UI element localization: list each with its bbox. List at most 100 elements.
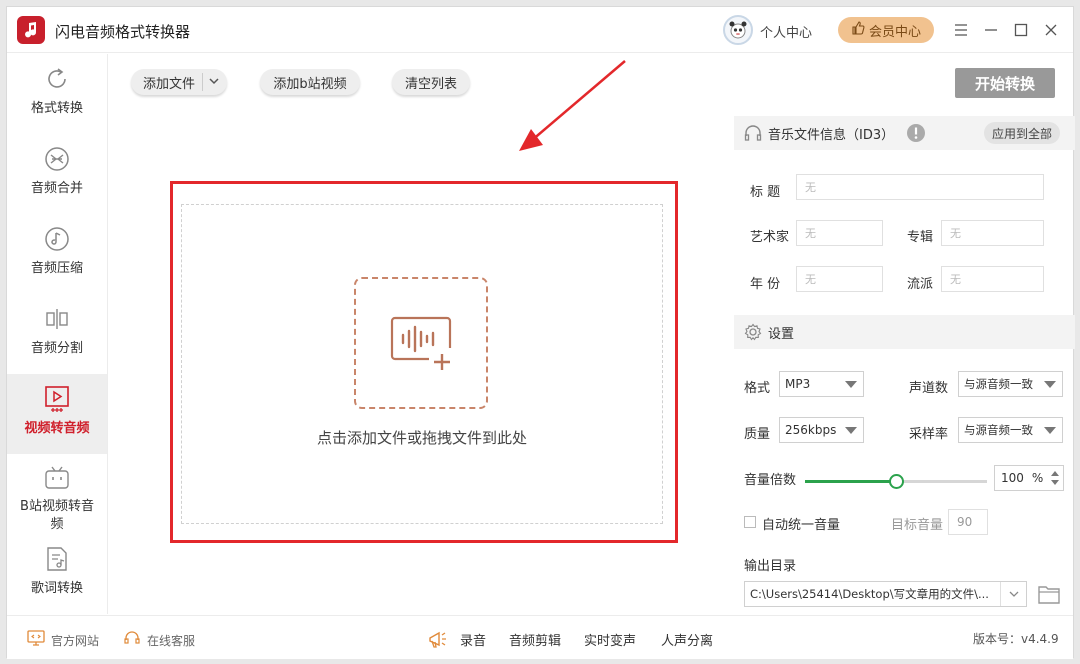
- sidebar-item-audio-merge[interactable]: 音频合并: [7, 134, 107, 214]
- title-bar: 闪电音频格式转换器 个人中心 会员中心: [7, 7, 1073, 53]
- sidebar-item-label: 音频分割: [30, 341, 83, 356]
- lyrics-icon: [42, 544, 72, 574]
- artist-label: 艺术家: [750, 230, 790, 245]
- sidebar-item-format-convert[interactable]: 格式转换: [7, 54, 107, 134]
- sidebar: 格式转换 音频合并 音频压缩 音频分割 视频转音频 B站视频转音频 歌词转换: [7, 54, 108, 614]
- sidebar-item-label: 音频合并: [30, 181, 83, 196]
- refresh-icon: [42, 64, 72, 94]
- quality-value: 256kbps: [785, 423, 837, 437]
- chevron-down-icon: [1044, 427, 1056, 434]
- samplerate-value: 与源音频一致: [964, 423, 1033, 437]
- artist-field[interactable]: 无: [796, 220, 883, 246]
- add-bilibili-video-button[interactable]: 添加b站视频: [260, 69, 360, 95]
- sidebar-item-lyrics-convert[interactable]: 歌词转换: [7, 534, 107, 614]
- headset-icon: [123, 630, 141, 650]
- personal-center-link[interactable]: 个人中心: [760, 22, 812, 41]
- sidebar-item-audio-split[interactable]: 音频分割: [7, 294, 107, 374]
- video-play-icon: [42, 384, 72, 414]
- volume-slider-fill: [805, 480, 896, 483]
- headphones-icon: [744, 124, 762, 142]
- output-dir-value: C:\Users\25414\Desktop\写文章用的文件\...: [750, 587, 989, 601]
- settings-section-title: 设置: [768, 326, 795, 342]
- volume-unit: %: [1031, 471, 1044, 485]
- sidebar-item-audio-compress[interactable]: 音频压缩: [7, 214, 107, 294]
- target-volume-label: 目标音量: [891, 518, 944, 533]
- app-title: 闪电音频格式转换器: [55, 23, 191, 41]
- minimize-icon[interactable]: [980, 19, 1002, 41]
- samplerate-label: 采样率: [909, 427, 949, 442]
- quality-label: 质量: [744, 427, 771, 442]
- format-label: 格式: [744, 381, 771, 396]
- add-audio-icon: [390, 316, 452, 370]
- bilibili-icon: [42, 464, 72, 492]
- user-avatar[interactable]: [723, 15, 753, 45]
- chevron-down-icon[interactable]: [207, 74, 221, 92]
- channels-select[interactable]: 与源音频一致: [958, 371, 1063, 397]
- volume-slider[interactable]: [805, 474, 987, 489]
- sidebar-item-video-to-audio[interactable]: 视频转音频: [7, 374, 107, 454]
- auto-volume-checkbox[interactable]: [744, 516, 756, 528]
- output-dir-select[interactable]: C:\Users\25414\Desktop\写文章用的文件\...: [744, 581, 1027, 607]
- menu-icon[interactable]: [950, 19, 972, 41]
- official-site-link[interactable]: 官方网站: [27, 630, 99, 650]
- monitor-icon: [27, 630, 45, 650]
- maximize-icon[interactable]: [1010, 19, 1032, 41]
- gear-icon: [744, 323, 762, 341]
- megaphone-icon: [427, 630, 449, 650]
- chevron-down-icon: [845, 427, 857, 434]
- settings-section-header: 设置: [734, 315, 1075, 349]
- start-convert-button[interactable]: 开始转换: [955, 68, 1055, 98]
- clear-list-button[interactable]: 清空列表: [392, 69, 470, 95]
- info-icon[interactable]: [906, 123, 926, 143]
- output-dir-label: 输出目录: [744, 559, 797, 574]
- title-field[interactable]: 无: [796, 174, 1044, 200]
- annotation-arrow-icon: [519, 60, 626, 151]
- sidebar-item-bilibili-to-audio[interactable]: B站视频转音频: [7, 454, 107, 534]
- chevron-down-icon[interactable]: [1000, 582, 1026, 606]
- samplerate-select[interactable]: 与源音频一致: [958, 417, 1063, 443]
- sidebar-item-label: 歌词转换: [30, 581, 83, 596]
- album-field[interactable]: 无: [941, 220, 1044, 246]
- vip-center-button[interactable]: 会员中心: [838, 17, 934, 43]
- add-audio-button[interactable]: [354, 277, 488, 409]
- title-label: 标 题: [750, 185, 781, 200]
- stepper-arrows-icon[interactable]: [1050, 469, 1060, 487]
- id3-section-header: 音乐文件信息（ID3） 应用到全部: [734, 116, 1075, 150]
- chevron-down-icon: [1044, 381, 1056, 388]
- record-link[interactable]: 录音: [460, 630, 486, 649]
- online-service-link[interactable]: 在线客服: [123, 630, 195, 650]
- bottom-bar: 官方网站 在线客服 录音 音频剪辑 实时变声 人声分离 版本号：v4.4.9: [7, 615, 1073, 659]
- sidebar-item-label: 音频压缩: [30, 261, 83, 276]
- close-icon[interactable]: [1040, 19, 1062, 41]
- app-logo-icon: [17, 16, 45, 44]
- volume-value: 100: [1001, 471, 1024, 485]
- drop-zone-text: 点击添加文件或拖拽文件到此处: [316, 429, 527, 447]
- add-file-button[interactable]: 添加文件: [131, 69, 227, 95]
- channels-label: 声道数: [909, 381, 949, 396]
- split-icon: [42, 304, 72, 334]
- volume-slider-handle[interactable]: [889, 474, 904, 489]
- divider: [202, 73, 203, 91]
- format-value: MP3: [785, 377, 811, 391]
- quality-select[interactable]: 256kbps: [779, 417, 864, 443]
- genre-field[interactable]: 无: [941, 266, 1044, 292]
- merge-icon: [42, 144, 72, 174]
- online-service-label: 在线客服: [147, 633, 196, 648]
- thumbs-up-icon: [851, 21, 865, 39]
- genre-label: 流派: [907, 277, 934, 292]
- vocal-separation-link[interactable]: 人声分离: [661, 630, 713, 649]
- official-site-label: 官方网站: [51, 633, 100, 648]
- year-field[interactable]: 无: [796, 266, 883, 292]
- audio-edit-link[interactable]: 音频剪辑: [509, 630, 561, 649]
- format-select[interactable]: MP3: [779, 371, 864, 397]
- year-label: 年 份: [750, 277, 781, 292]
- folder-icon[interactable]: [1037, 583, 1061, 609]
- channels-value: 与源音频一致: [964, 377, 1033, 391]
- target-volume-field[interactable]: 90: [948, 509, 988, 535]
- version-label: 版本号：v4.4.9: [973, 632, 1059, 646]
- volume-stepper[interactable]: 100 %: [994, 465, 1064, 491]
- apply-to-all-button[interactable]: 应用到全部: [984, 122, 1060, 144]
- drop-zone[interactable]: 点击添加文件或拖拽文件到此处: [181, 204, 663, 524]
- auto-volume-label: 自动统一音量: [762, 518, 841, 533]
- realtime-voice-link[interactable]: 实时变声: [584, 630, 636, 649]
